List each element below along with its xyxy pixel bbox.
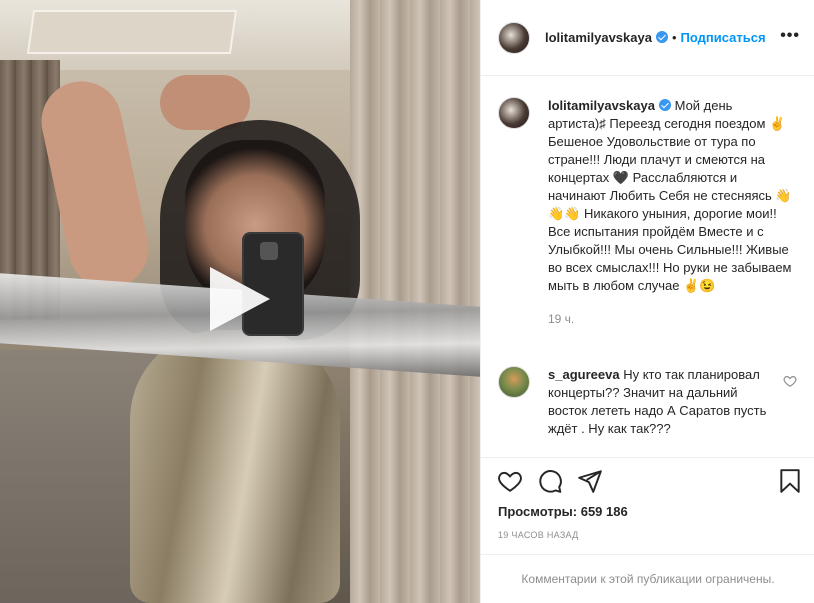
post-side-panel: lolitamilyavskaya • Подписаться ••• loli… — [480, 0, 814, 603]
caption: lolitamilyavskaya Мой день артиста)♯ Пер… — [498, 97, 798, 328]
caption-avatar[interactable] — [498, 97, 530, 129]
video-subject-body — [130, 330, 340, 603]
author-username[interactable]: lolitamilyavskaya — [545, 30, 668, 45]
views-label: Просмотры: — [498, 504, 578, 519]
play-icon[interactable] — [210, 267, 270, 331]
comment-icon[interactable] — [537, 468, 563, 494]
bookmark-icon[interactable] — [777, 468, 803, 494]
comment-item: s_agureeva Ну кто так планировал концерт… — [498, 366, 798, 438]
share-icon[interactable] — [577, 468, 603, 494]
views-value: 659 186 — [580, 504, 628, 519]
comments-footer: Комментарии к этой публикации ограничены… — [481, 554, 814, 603]
author-avatar[interactable] — [498, 21, 530, 54]
verified-badge-icon — [658, 99, 671, 111]
views-count[interactable]: Просмотры: 659 186 — [498, 504, 628, 519]
caption-text: Мой день артиста)♯ Переезд сегодня поезд… — [548, 98, 792, 293]
post-timestamp[interactable]: 19 ЧАСОВ НАЗАД — [498, 530, 579, 540]
post-video[interactable] — [0, 0, 480, 603]
comments-list[interactable]: lolitamilyavskaya Мой день артиста)♯ Пер… — [481, 77, 814, 457]
caption-username[interactable]: lolitamilyavskaya — [548, 98, 655, 113]
follow-button[interactable]: Подписаться — [681, 30, 766, 45]
more-options-icon[interactable]: ••• — [780, 27, 800, 45]
heart-icon[interactable] — [497, 468, 523, 494]
comments-disabled-notice: Комментарии к этой публикации ограничены… — [521, 572, 775, 586]
comment-avatar[interactable] — [498, 366, 530, 398]
header-separator: • — [671, 30, 677, 45]
post-header: lolitamilyavskaya • Подписаться ••• — [481, 0, 814, 76]
post-actions-bar — [481, 457, 814, 503]
comment-like-heart-icon[interactable] — [783, 374, 797, 388]
comment-username[interactable]: s_agureeva — [548, 367, 620, 382]
caption-timestamp[interactable]: 19 ч. — [548, 310, 793, 328]
verified-badge-icon — [655, 31, 668, 43]
